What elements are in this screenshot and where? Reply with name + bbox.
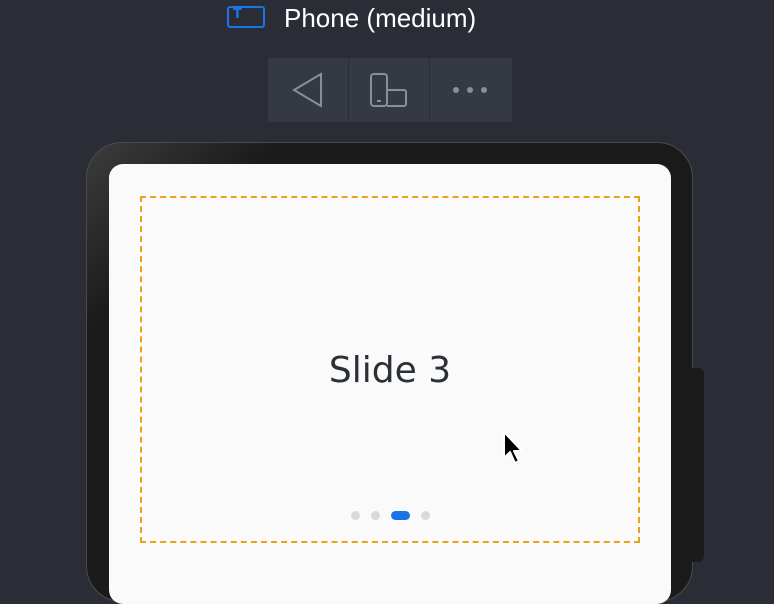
more-options-icon [453,87,487,93]
back-triangle-icon [292,72,322,108]
slide-label: Slide 3 [328,350,452,391]
back-button[interactable] [268,58,349,122]
pagination-dots [142,511,638,520]
pagination-dot[interactable] [390,511,410,520]
text-frame-glyph: T [233,7,242,22]
more-options-button[interactable] [430,58,512,122]
title-bar: T Phone (medium) [0,0,774,40]
pagination-dot[interactable] [350,511,360,520]
pagination-dot[interactable] [420,511,430,520]
rotate-device-icon [370,73,407,107]
device-side-button [692,368,704,562]
device-toolbar [268,58,512,122]
carousel[interactable]: Slide 3 [140,196,640,543]
device-title: Phone (medium) [284,3,477,33]
rotate-device-button[interactable] [349,58,430,122]
pagination-dot[interactable] [370,511,380,520]
mouse-cursor-icon [503,431,523,464]
text-frame-icon: T [227,6,265,28]
